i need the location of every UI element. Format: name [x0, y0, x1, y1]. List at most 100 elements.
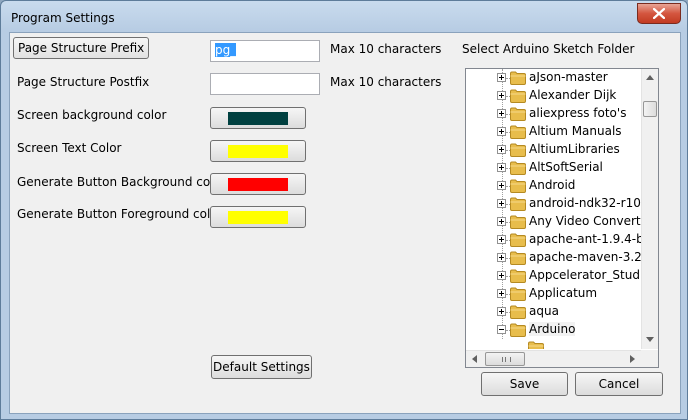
screen-text-color-button[interactable]	[210, 140, 306, 162]
folder-tree-item[interactable]: AltiumLibraries	[466, 141, 642, 159]
postfix-max-hint: Max 10 characters	[330, 75, 442, 89]
folder-icon	[510, 161, 526, 178]
title-bar[interactable]: Program Settings	[1, 1, 687, 35]
folder-tree-item-label: Appcelerator_Studio_	[529, 268, 642, 282]
folder-icon	[510, 305, 526, 322]
folder-tree-item[interactable]: Any Video Converter	[466, 213, 642, 231]
close-icon	[653, 8, 665, 19]
folder-tree-item[interactable]: apache-ant-1.9.4-bin	[466, 231, 642, 249]
scroll-right-icon[interactable]	[630, 355, 635, 363]
expand-icon[interactable]	[497, 181, 506, 190]
expand-icon[interactable]	[497, 145, 506, 154]
cancel-button[interactable]: Cancel	[575, 372, 663, 396]
folder-tree-item[interactable]: Applicatum	[466, 285, 642, 303]
expand-icon[interactable]	[497, 235, 506, 244]
collapse-icon[interactable]	[497, 325, 506, 334]
folder-tree-item[interactable]: aJson-master	[466, 69, 642, 87]
prefix-max-hint: Max 10 characters	[330, 42, 442, 56]
folder-tree-item-label: android-ndk32-r10-w	[529, 196, 642, 210]
expand-icon[interactable]	[497, 307, 506, 316]
folder-tree-item[interactable]: android-ndk32-r10-w	[466, 195, 642, 213]
folder-tree-item-label: apache-ant-1.9.4-bin	[529, 232, 642, 246]
screen-bg-color-label: Screen background color	[17, 108, 167, 122]
screen-bg-color-button[interactable]	[210, 107, 306, 129]
folder-icon	[510, 107, 526, 124]
folder-icon	[510, 179, 526, 196]
program-settings-window: Program Settings Page Structure Prefix p…	[0, 0, 688, 420]
folder-icon	[510, 251, 526, 268]
folder-tree-rows: aJson-master Alexander Dijk aliexpress fot…	[466, 69, 642, 349]
folder-tree-item-label: Any Video Converter	[529, 214, 642, 228]
postfix-label: Page Structure Postfix	[17, 75, 150, 89]
grip-icon	[502, 357, 511, 362]
folder-tree[interactable]: aJson-master Alexander Dijk aliexpress fot…	[465, 68, 659, 368]
folder-tree-item-label: Alexander Dijk	[529, 88, 617, 102]
prefix-input[interactable]: pg_	[210, 40, 320, 62]
expand-icon[interactable]	[497, 271, 506, 280]
folder-icon	[510, 71, 526, 88]
tree-horizontal-scrollbar[interactable]	[466, 350, 642, 367]
folder-tree-item[interactable]: Altium Manuals	[466, 123, 642, 141]
folder-icon	[510, 143, 526, 160]
folder-icon	[528, 341, 544, 349]
folder-tree-item-label: AltiumLibraries	[529, 142, 620, 156]
folder-tree-item[interactable]: aliexpress foto's	[466, 105, 642, 123]
expand-icon[interactable]	[497, 127, 506, 136]
expand-icon[interactable]	[497, 253, 506, 262]
expand-icon[interactable]	[497, 217, 506, 226]
folder-icon	[510, 233, 526, 250]
folder-tree-item[interactable]: apache-maven-3.2.3-	[466, 249, 642, 267]
settings-client-area: Page Structure Prefix pg_ Max 10 charact…	[9, 32, 681, 414]
folder-icon	[510, 215, 526, 232]
default-settings-button[interactable]: Default Settings	[211, 355, 312, 379]
folder-tree-item-label: aJson-master	[529, 70, 608, 84]
folder-icon	[510, 197, 526, 214]
expand-icon[interactable]	[497, 73, 506, 82]
folder-icon	[510, 287, 526, 304]
tree-horizontal-thumb[interactable]	[485, 352, 525, 366]
generate-fg-color-button[interactable]	[210, 206, 306, 228]
generate-fg-color-label: Generate Button Foreground color	[17, 207, 223, 221]
sketch-folder-label: Select Arduino Sketch Folder	[462, 42, 635, 56]
folder-tree-item-label: aqua	[529, 304, 559, 318]
screen-bg-color-swatch	[228, 112, 288, 125]
expand-icon[interactable]	[497, 289, 506, 298]
folder-icon	[510, 269, 526, 286]
expand-icon[interactable]	[497, 109, 506, 118]
expand-icon[interactable]	[497, 199, 506, 208]
scroll-up-icon[interactable]	[646, 75, 654, 80]
folder-tree-item-label: aliexpress foto's	[529, 106, 627, 120]
scrollbar-corner	[641, 350, 658, 367]
folder-tree-item-label: AltSoftSerial	[529, 160, 603, 174]
folder-tree-child-item[interactable]	[466, 339, 642, 349]
folder-tree-item-label: apache-maven-3.2.3-	[529, 250, 642, 264]
close-button[interactable]	[637, 3, 681, 24]
generate-fg-color-swatch	[228, 211, 288, 224]
generate-bg-color-label: Generate Button Background color	[17, 175, 226, 189]
folder-icon	[510, 323, 526, 340]
generate-bg-color-swatch	[228, 178, 288, 191]
expand-icon[interactable]	[497, 163, 506, 172]
tree-vertical-thumb[interactable]	[643, 101, 657, 117]
prefix-label: Page Structure Prefix	[13, 37, 150, 59]
folder-tree-item-label: Applicatum	[529, 286, 598, 300]
generate-bg-color-button[interactable]	[210, 173, 306, 195]
scroll-down-icon[interactable]	[646, 337, 654, 342]
scroll-left-icon[interactable]	[472, 355, 477, 363]
window-title: Program Settings	[11, 11, 115, 25]
folder-tree-item[interactable]: aqua	[466, 303, 642, 321]
folder-tree-item[interactable]: Android	[466, 177, 642, 195]
folder-icon	[510, 125, 526, 142]
folder-tree-item-label: Altium Manuals	[529, 124, 622, 138]
folder-tree-item[interactable]: Appcelerator_Studio_	[466, 267, 642, 285]
folder-tree-item[interactable]: Alexander Dijk	[466, 87, 642, 105]
folder-tree-item[interactable]: AltSoftSerial	[466, 159, 642, 177]
screen-text-color-label: Screen Text Color	[17, 141, 122, 155]
tree-vertical-scrollbar[interactable]	[641, 69, 658, 349]
postfix-input[interactable]	[210, 73, 320, 95]
folder-tree-item[interactable]: Arduino	[466, 321, 642, 339]
expand-icon[interactable]	[497, 91, 506, 100]
save-button[interactable]: Save	[481, 372, 568, 396]
folder-icon	[510, 89, 526, 106]
folder-tree-item-label: Android	[529, 178, 576, 192]
